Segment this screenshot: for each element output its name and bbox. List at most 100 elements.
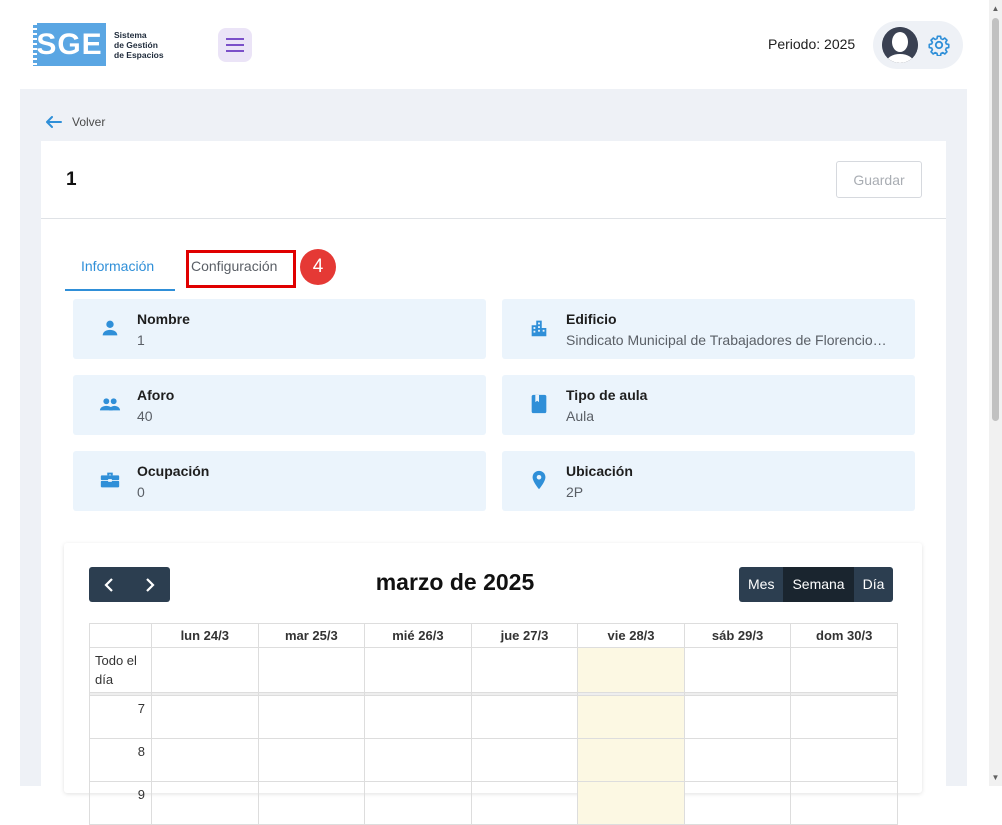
highlight-box xyxy=(186,250,296,288)
time-slot[interactable] xyxy=(364,738,472,782)
allday-cell[interactable] xyxy=(470,647,579,693)
info-aforo: Aforo 40 xyxy=(73,375,486,435)
info-label: Aforo xyxy=(137,387,175,403)
hour-row: 7 xyxy=(89,695,898,739)
allday-cell[interactable] xyxy=(257,647,366,693)
hour-row: 9 xyxy=(89,781,898,825)
logo-text: SGE xyxy=(36,27,103,61)
allday-cell[interactable] xyxy=(151,647,259,693)
day-header[interactable]: vie 28/3 xyxy=(577,623,685,648)
info-nombre: Nombre 1 xyxy=(73,299,486,359)
time-slot[interactable] xyxy=(364,695,472,739)
view-switcher: Mes Semana Día xyxy=(739,567,894,602)
scroll-thumb[interactable] xyxy=(992,18,999,421)
info-label: Edificio xyxy=(566,311,617,327)
info-value: Aula xyxy=(566,408,595,424)
week-calendar: marzo de 2025 Mes Semana Día lun 24/3 ma… xyxy=(64,543,922,825)
time-slot[interactable] xyxy=(364,781,472,825)
view-month-button[interactable]: Mes xyxy=(739,567,784,602)
tab-informacion[interactable]: Información xyxy=(65,249,175,291)
time-slot[interactable] xyxy=(683,695,792,739)
time-slot-today[interactable] xyxy=(577,695,685,739)
day-header[interactable]: sáb 29/3 xyxy=(683,623,792,648)
day-header-row: lun 24/3 mar 25/3 mié 26/3 jue 27/3 vie … xyxy=(89,623,898,648)
time-slot[interactable] xyxy=(790,738,898,782)
building-icon xyxy=(531,320,547,337)
save-button[interactable]: Guardar xyxy=(836,161,922,198)
day-header[interactable]: jue 27/3 xyxy=(470,623,579,648)
time-slot[interactable] xyxy=(257,781,366,825)
time-slot[interactable] xyxy=(790,781,898,825)
day-header[interactable]: lun 24/3 xyxy=(151,623,259,648)
info-ubicacion: Ubicación 2P xyxy=(502,451,915,511)
main-content: Volver 1 Guardar Información Configuraci… xyxy=(20,89,967,825)
time-slot[interactable] xyxy=(790,695,898,739)
day-header[interactable]: mié 26/3 xyxy=(364,623,472,648)
time-slot[interactable] xyxy=(470,781,579,825)
group-icon xyxy=(99,398,121,411)
allday-cell-today[interactable] xyxy=(577,647,685,693)
hour-label: 9 xyxy=(89,781,152,825)
info-ocupacion: Ocupación 0 xyxy=(73,451,486,511)
allday-label: Todo el día xyxy=(89,647,152,693)
location-pin-icon xyxy=(532,470,546,490)
hour-label: 7 xyxy=(89,695,152,739)
space-detail-card: 1 Guardar Información Configuración 4 No… xyxy=(41,141,946,825)
app-header: SGE Sistema de Gestión de Espacios Perio… xyxy=(0,0,989,89)
info-value: 0 xyxy=(137,484,145,500)
user-menu[interactable] xyxy=(873,21,963,69)
time-slot[interactable] xyxy=(151,781,259,825)
time-slot[interactable] xyxy=(151,695,259,739)
time-slot-today[interactable] xyxy=(577,738,685,782)
info-value: Sindicato Municipal de Trabajadores de F… xyxy=(566,332,887,348)
hour-row: 8 xyxy=(89,738,898,782)
info-label: Nombre xyxy=(137,311,190,327)
info-value: 1 xyxy=(137,332,145,348)
view-day-button[interactable]: Día xyxy=(853,567,894,602)
gutter-header xyxy=(89,623,152,648)
time-slot-today[interactable] xyxy=(577,781,685,825)
info-value: 2P xyxy=(566,484,584,500)
time-slot[interactable] xyxy=(470,695,579,739)
scroll-down-arrow-icon[interactable]: ▼ xyxy=(991,773,1000,782)
scroll-up-arrow-icon[interactable]: ▲ xyxy=(991,4,1000,13)
calendar-grid: lun 24/3 mar 25/3 mié 26/3 jue 27/3 vie … xyxy=(89,623,898,825)
app-logo[interactable]: SGE Sistema de Gestión de Espacios xyxy=(33,23,164,66)
time-slot[interactable] xyxy=(257,738,366,782)
page-title: 1 xyxy=(66,169,77,190)
time-slot[interactable] xyxy=(683,738,792,782)
calendar-title: marzo de 2025 xyxy=(375,569,535,595)
info-label: Ocupación xyxy=(137,463,210,479)
hamburger-menu-icon xyxy=(226,38,244,52)
info-edificio: Edificio Sindicato Municipal de Trabajad… xyxy=(502,299,915,359)
page-scrollbar[interactable]: ▲ ▼ xyxy=(989,0,1002,786)
view-week-button[interactable]: Semana xyxy=(783,567,854,602)
day-header[interactable]: mar 25/3 xyxy=(257,623,366,648)
logo-subtitle: Sistema de Gestión de Espacios xyxy=(114,29,164,60)
info-value: 40 xyxy=(137,408,153,424)
user-avatar-icon xyxy=(882,27,918,63)
header-divider xyxy=(41,218,946,219)
person-icon xyxy=(102,320,118,336)
day-header[interactable]: dom 30/3 xyxy=(790,623,898,648)
allday-row: Todo el día xyxy=(89,647,898,693)
allday-cell[interactable] xyxy=(790,647,898,693)
hour-label: 8 xyxy=(89,738,152,782)
allday-cell[interactable] xyxy=(683,647,792,693)
briefcase-icon xyxy=(100,472,120,488)
step-badge: 4 xyxy=(300,249,336,285)
menu-toggle-button[interactable] xyxy=(218,28,252,62)
period-label: Periodo: 2025 xyxy=(768,36,856,52)
back-label: Volver xyxy=(72,115,106,129)
book-icon xyxy=(531,394,547,414)
time-slot[interactable] xyxy=(257,695,366,739)
avatar[interactable] xyxy=(882,27,918,63)
back-link[interactable]: Volver xyxy=(46,115,105,129)
gear-icon[interactable] xyxy=(928,34,950,56)
time-slot[interactable] xyxy=(470,738,579,782)
time-slot[interactable] xyxy=(683,781,792,825)
allday-cell[interactable] xyxy=(364,647,472,693)
time-slot[interactable] xyxy=(151,738,259,782)
info-label: Ubicación xyxy=(566,463,633,479)
info-tipo-aula: Tipo de aula Aula xyxy=(502,375,915,435)
